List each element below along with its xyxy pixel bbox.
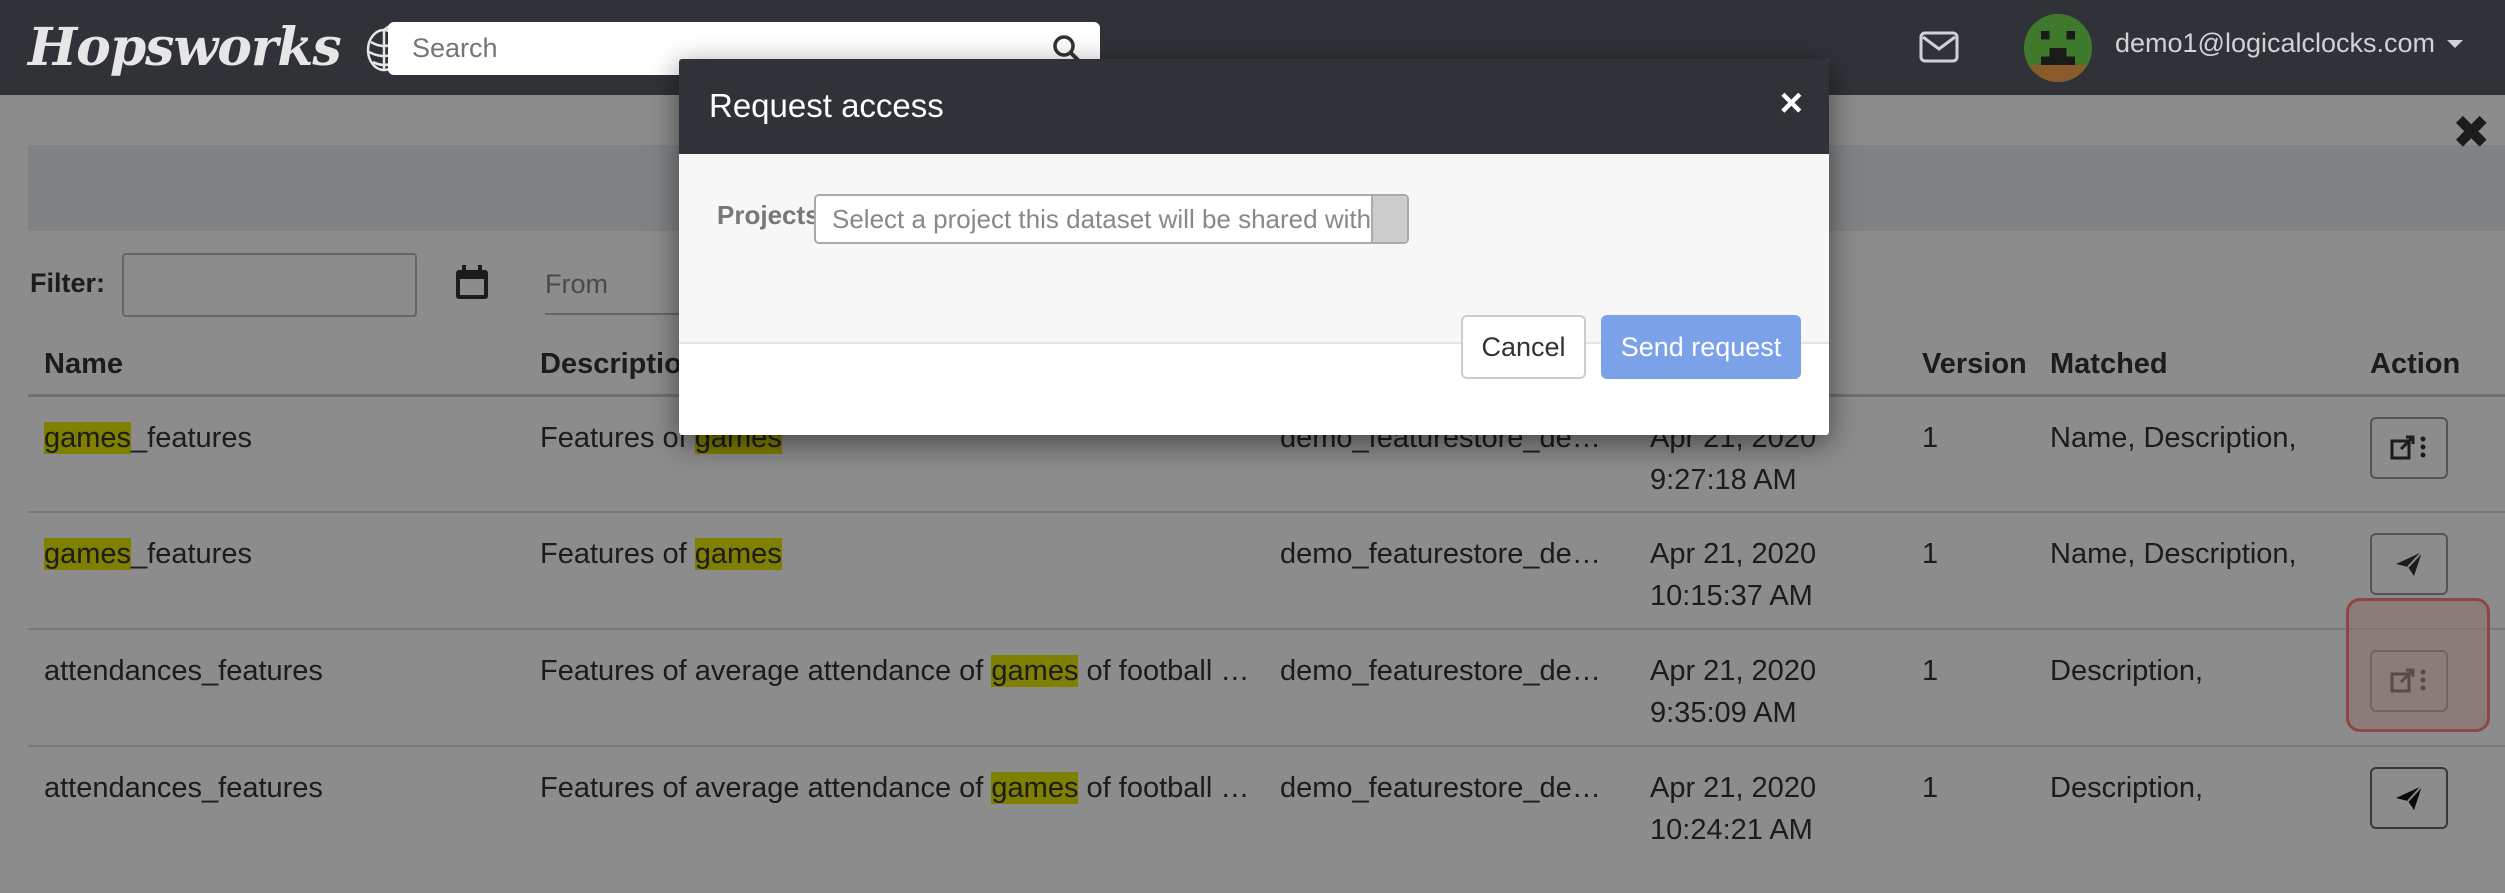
project-select-placeholder: Select a project this dataset will be sh… — [832, 203, 1372, 234]
modal-title: Request access — [709, 87, 944, 124]
project-select[interactable]: Select a project this dataset will be sh… — [814, 194, 1409, 244]
brand-name: Hopsworks — [28, 16, 342, 78]
caret-down-icon — [2447, 39, 2464, 48]
projects-label: Projects — [717, 200, 820, 230]
send-request-button[interactable]: Send request — [1601, 315, 1801, 379]
brand[interactable]: Hopsworks — [28, 12, 411, 82]
request-access-modal: Request access × Projects Select a proje… — [679, 59, 1829, 435]
user-menu[interactable]: demo1@logicalclocks.com — [2115, 28, 2464, 59]
modal-header: Request access × — [679, 59, 1829, 154]
avatar[interactable] — [2024, 14, 2092, 82]
user-email: demo1@logicalclocks.com — [2115, 28, 2436, 58]
dropdown-toggle-button[interactable] — [1371, 196, 1407, 242]
close-icon[interactable]: × — [1780, 81, 1803, 126]
avatar-image — [2024, 14, 2092, 82]
cancel-button[interactable]: Cancel — [1461, 315, 1586, 379]
mail-icon[interactable] — [1918, 27, 1960, 67]
